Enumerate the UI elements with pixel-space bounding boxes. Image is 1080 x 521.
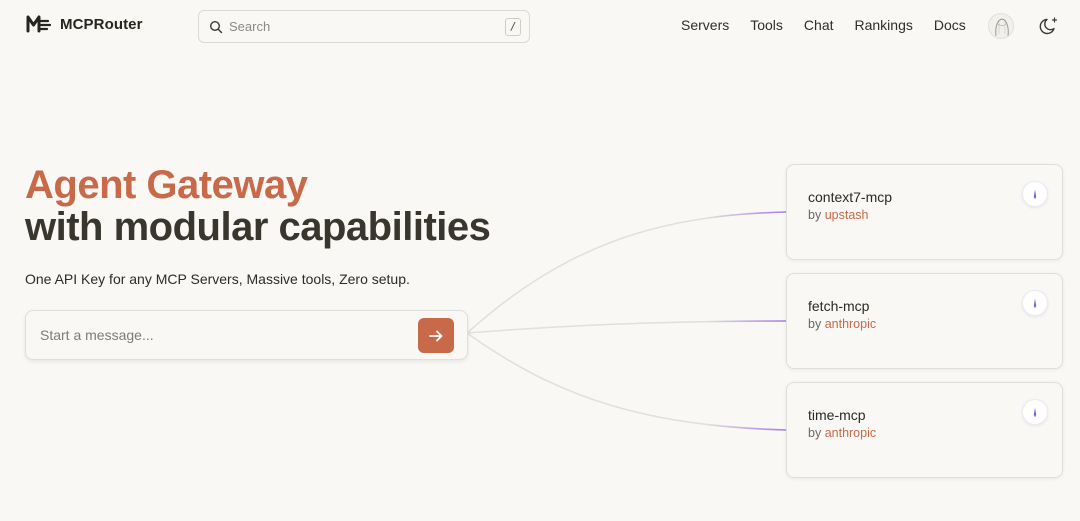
by-label: by [808,426,822,440]
server-name: fetch-mcp [808,298,870,314]
nav-link-chat[interactable]: Chat [804,17,834,33]
server-author[interactable]: upstash [825,208,869,222]
nav-links: Servers Tools Chat Rankings Docs [681,17,987,33]
server-badge-icon [1022,290,1048,316]
brand-logo[interactable]: MCPRouter [26,14,143,34]
connector-line-1 [466,211,787,334]
brand-name: MCPRouter [60,15,143,33]
hero-title-accent: Agent Gateway [25,163,308,207]
server-author-line: by upstash [808,208,868,222]
hero-title: Agent Gateway with modular capabilities [25,163,491,249]
arrow-right-icon [428,328,444,344]
hero-title-main: with modular capabilities [25,205,491,249]
send-button[interactable] [418,318,454,353]
top-nav: MCPRouter Search / Servers Tools Chat Ra… [0,0,1080,52]
message-input[interactable] [26,311,406,359]
connector-line-2 [466,320,787,334]
nav-link-docs[interactable]: Docs [934,17,966,33]
by-label: by [808,208,822,222]
search-shortcut-key: / [505,17,521,36]
by-label: by [808,317,822,331]
mcp-logo-icon [26,14,52,34]
server-name: context7-mcp [808,189,893,205]
nav-link-servers[interactable]: Servers [681,17,729,33]
search-placeholder: Search [229,19,271,34]
server-name: time-mcp [808,407,866,423]
server-card-context7[interactable]: context7-mcp by upstash [786,164,1063,260]
user-avatar[interactable] [988,13,1014,39]
nav-link-tools[interactable]: Tools [750,17,783,33]
server-author-line: by anthropic [808,317,876,331]
server-badge-icon [1022,399,1048,425]
server-author[interactable]: anthropic [825,426,876,440]
search-icon [209,20,223,34]
server-author[interactable]: anthropic [825,317,876,331]
nav-link-rankings[interactable]: Rankings [855,17,913,33]
server-card-time[interactable]: time-mcp by anthropic [786,382,1063,478]
moon-icon [1038,15,1060,37]
server-badge-icon [1022,181,1048,207]
hero-subtitle: One API Key for any MCP Servers, Massive… [25,271,410,287]
theme-toggle-button[interactable] [1038,15,1060,37]
chat-composer [25,310,468,360]
server-card-fetch[interactable]: fetch-mcp by anthropic [786,273,1063,369]
search-bar[interactable]: Search / [198,10,530,43]
connector-line-3 [466,332,787,431]
server-author-line: by anthropic [808,426,876,440]
